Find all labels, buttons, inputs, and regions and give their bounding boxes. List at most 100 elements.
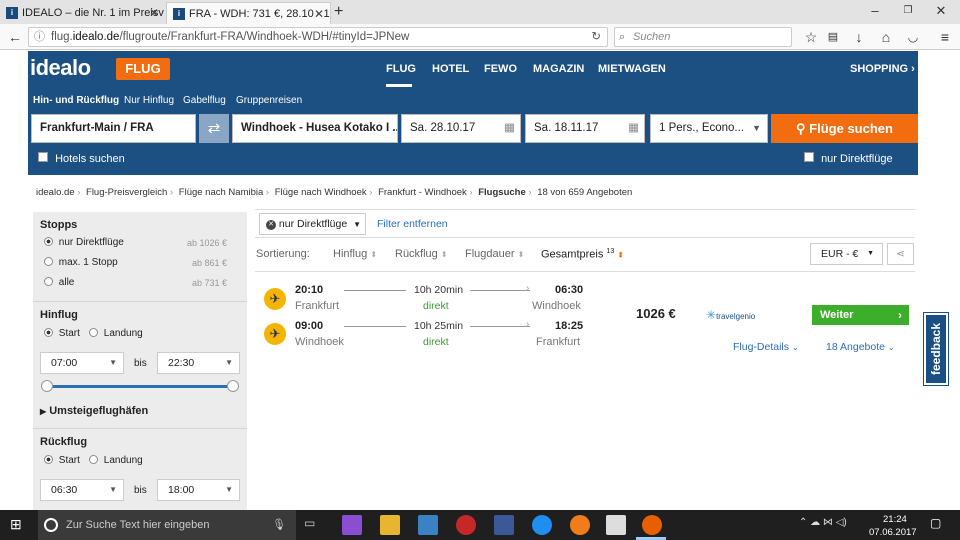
address-bar[interactable]: ⓘ flug.idealo.de/flugroute/Frankfurt-FRA…: [28, 27, 608, 47]
trip-type-group[interactable]: Gruppenreisen: [236, 95, 302, 106]
sort-gesamtpreis[interactable]: Gesamtpreis 13 ⬍: [541, 248, 624, 261]
nav-mietwagen[interactable]: MIETWAGEN: [598, 63, 666, 75]
hotels-checkbox[interactable]: Hotels suchen: [38, 152, 125, 165]
search-icon: ⌕: [619, 31, 626, 43]
depart-value: Sa. 28.10.17: [410, 122, 476, 134]
remove-filter-icon[interactable]: ✕: [266, 220, 276, 230]
reload-icon[interactable]: ↻: [591, 28, 601, 46]
reading-list-icon[interactable]: ▤: [823, 27, 843, 47]
menu-icon[interactable]: ≡: [935, 27, 955, 47]
breadcrumb-item[interactable]: Frankfurt - Windhoek: [378, 187, 467, 198]
pocket-icon[interactable]: ◡: [903, 27, 923, 47]
hinflug-to-select[interactable]: 22:30 ▼: [157, 352, 240, 374]
minimize-icon[interactable]: –: [860, 0, 890, 24]
back-icon[interactable]: ←: [5, 27, 25, 47]
feedback-tab[interactable]: feedback: [924, 313, 948, 385]
firefox-icon[interactable]: [642, 515, 662, 535]
bis-label: bis: [134, 485, 147, 496]
to-input[interactable]: Windhoek - Husea Kotako I ...: [232, 114, 398, 143]
out-dep-city: Frankfurt: [295, 300, 340, 312]
rueckflug-from-select[interactable]: 06:30 ▼: [40, 479, 124, 501]
hinflug-start-radio[interactable]: Start: [44, 328, 80, 339]
nav-magazin[interactable]: MAGAZIN: [533, 63, 584, 75]
nav-fewo[interactable]: FEWO: [484, 63, 517, 75]
offers-link[interactable]: 18 Angebote ⌄: [826, 341, 895, 353]
currency-select[interactable]: EUR - € ▼: [810, 243, 883, 265]
direct-filter-chip[interactable]: ✕ nur Direktflüge ▼: [259, 213, 366, 235]
offers-label: 18 Angebote: [826, 341, 885, 353]
breadcrumb-item[interactable]: Flüge nach Windhoek: [275, 187, 367, 198]
close-window-icon[interactable]: ✕: [926, 0, 956, 24]
return-date-input[interactable]: Sa. 18.11.17 ▦: [525, 114, 645, 143]
rueckflug-start-radio[interactable]: Start: [44, 455, 80, 466]
new-tab-icon[interactable]: +: [334, 2, 348, 22]
share-icon[interactable]: ⋖: [887, 243, 914, 265]
system-tray-icons[interactable]: ⌃ ☁ ⋈ ◁): [799, 517, 847, 528]
download-icon[interactable]: ↓: [849, 27, 869, 47]
nav-flug[interactable]: FLUG: [386, 63, 416, 75]
time-range-slider-track[interactable]: [46, 385, 234, 388]
stop-option-one[interactable]: max. 1 Stopp: [44, 257, 118, 268]
flight-details-link[interactable]: Flug-Details ⌄: [733, 341, 799, 353]
onenote-icon[interactable]: [342, 515, 362, 535]
rueckflug-to-select[interactable]: 18:00 ▼: [157, 479, 240, 501]
swap-icon[interactable]: ⇄: [199, 114, 229, 143]
task-view-icon[interactable]: ▭: [304, 516, 315, 530]
umsteige-toggle[interactable]: ▶ Umsteigeflughäfen: [40, 405, 148, 417]
continue-label: Weiter: [820, 309, 854, 321]
bookmark-star-icon[interactable]: ☆: [801, 27, 821, 47]
from-input[interactable]: Frankfurt-Main / FRA: [31, 114, 196, 143]
sort-flugdauer[interactable]: Flugdauer ⬍: [465, 248, 524, 260]
nav-shopping[interactable]: SHOPPING ›: [850, 63, 915, 75]
passengers-select[interactable]: 1 Pers., Econo... ▼: [650, 114, 768, 143]
trip-type-oneway[interactable]: Nur Hinflug: [124, 95, 174, 106]
clock-date[interactable]: 07.06.2017: [869, 527, 917, 538]
breadcrumb-item[interactable]: Flug-Preisvergleich: [86, 187, 167, 198]
hinflug-from-select[interactable]: 07:00 ▼: [40, 352, 124, 374]
file-explorer-icon[interactable]: [380, 515, 400, 535]
store-icon[interactable]: [418, 515, 438, 535]
info-icon[interactable]: ⓘ: [34, 28, 45, 46]
restore-icon[interactable]: ❐: [893, 0, 923, 24]
app-icon[interactable]: [570, 515, 590, 535]
microphone-icon[interactable]: 🎙: [272, 510, 286, 540]
stop-option-direct[interactable]: nur Direktflüge: [44, 237, 124, 248]
taskbar-search[interactable]: Zur Suche Text hier eingeben 🎙: [38, 510, 296, 540]
remove-filters-link[interactable]: Filter entfernen: [377, 218, 448, 230]
tab-idealo-home[interactable]: i IDEALO – die Nr. 1 im Preisv ✕: [0, 2, 165, 24]
search-flights-button[interactable]: ⚲ Flüge suchen: [771, 114, 918, 143]
tab-flight-search[interactable]: i FRA - WDH: 731 €, 28.10 - 1 ✕: [166, 2, 331, 24]
windows-start-icon[interactable]: ⊞: [10, 516, 26, 532]
slider-handle-left[interactable]: [41, 380, 53, 392]
browser-search-input[interactable]: ⌕ Suchen: [614, 27, 792, 47]
breadcrumb-item[interactable]: Flüge nach Namibia: [179, 187, 264, 198]
divider: [33, 301, 247, 302]
clock-time[interactable]: 21:24: [883, 514, 907, 525]
direct-only-checkbox[interactable]: nur Direktflüge: [804, 152, 893, 165]
sort-hinflug[interactable]: Hinflug ⬍: [333, 248, 377, 260]
url-prefix: flug.: [51, 31, 73, 43]
breadcrumb-item[interactable]: idealo.de: [36, 187, 75, 198]
hinflug-landung-radio[interactable]: Landung: [89, 328, 143, 339]
url-path: /flugroute/Frankfurt-FRA/Windhoek-WDH/#t…: [119, 31, 410, 43]
trip-type-multi[interactable]: Gabelflug: [183, 95, 226, 106]
continue-button[interactable]: Weiter ›: [812, 305, 909, 325]
messenger-icon[interactable]: [532, 515, 552, 535]
close-tab-icon[interactable]: ✕: [314, 3, 324, 24]
home-icon[interactable]: ⌂: [876, 27, 896, 47]
close-tab-icon[interactable]: ✕: [149, 2, 159, 24]
rueckflug-landung-radio[interactable]: Landung: [89, 455, 143, 466]
caret-down-icon: ▼: [109, 358, 117, 367]
facebook-icon[interactable]: [494, 515, 514, 535]
idealo-logo[interactable]: idealo: [30, 55, 91, 81]
trip-type-roundtrip[interactable]: Hin- und Rückflug: [33, 95, 119, 106]
mail-icon[interactable]: [606, 515, 626, 535]
back-dep-time: 09:00: [295, 320, 324, 332]
app-icon[interactable]: [456, 515, 476, 535]
notification-icon[interactable]: ▢: [930, 516, 941, 530]
nav-hotel[interactable]: HOTEL: [432, 63, 469, 75]
depart-date-input[interactable]: Sa. 28.10.17 ▦: [401, 114, 521, 143]
stop-option-all[interactable]: alle: [44, 277, 74, 288]
sort-rueckflug[interactable]: Rückflug ⬍: [395, 248, 448, 260]
slider-handle-right[interactable]: [227, 380, 239, 392]
